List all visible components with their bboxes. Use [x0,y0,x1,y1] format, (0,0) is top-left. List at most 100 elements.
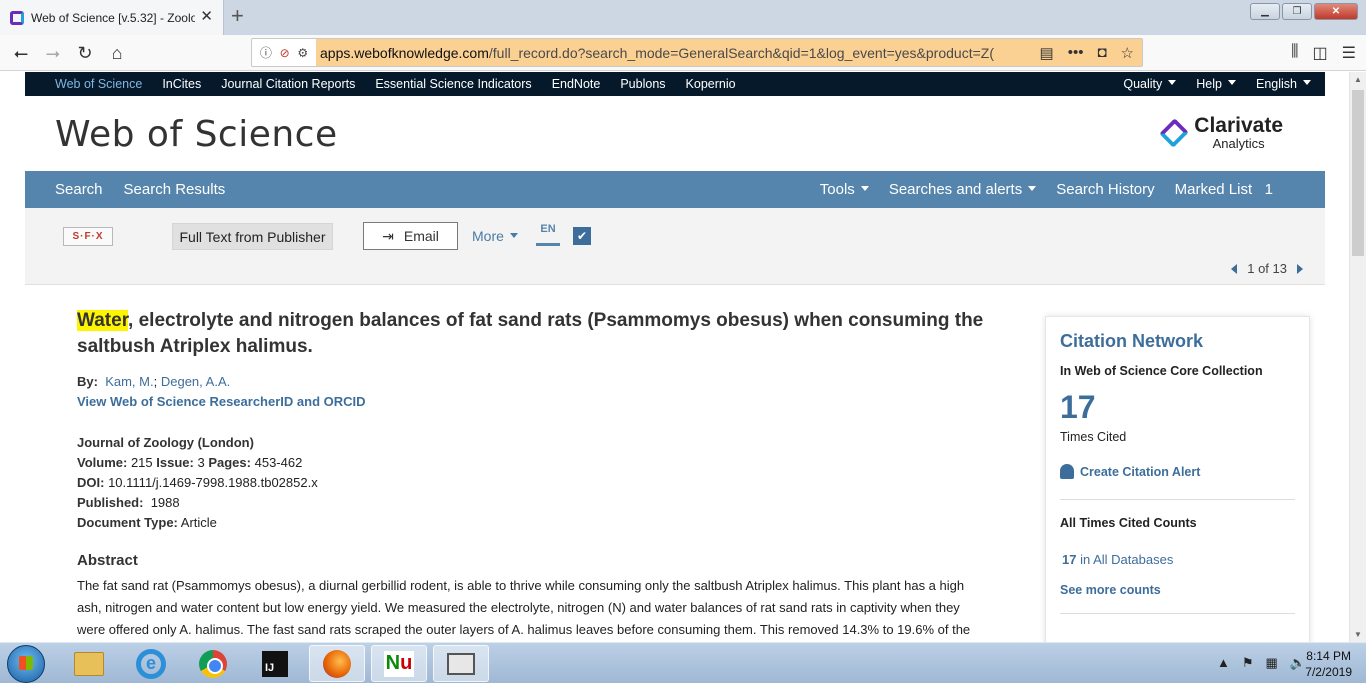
nu-icon: Nu [384,650,414,677]
sidebar-icon[interactable]: ◫ [1313,43,1328,63]
chrome-app[interactable] [185,645,241,682]
sfx-button[interactable]: S·F·X [63,227,113,246]
all-databases-link[interactable]: 17 in All Databases [1060,552,1295,567]
author-link[interactable]: Degen, A.A. [161,374,230,389]
browser-tab[interactable]: Web of Science [v.5.32] - Zoolo ✕ [0,0,224,35]
doi-value: 10.1111/j.1469-7998.1988.tb02852.x [108,475,318,490]
home-icon[interactable]: ⌂ [104,41,130,65]
reload-icon[interactable]: ↻ [72,41,98,65]
more-menu[interactable]: More [472,228,518,244]
language-menu[interactable]: English [1256,77,1311,91]
file-explorer-app[interactable] [61,645,117,682]
email-button[interactable]: ⇥ Email [363,222,458,250]
abstract-heading: Abstract [77,552,138,569]
marked-list-link[interactable]: Marked List 1 [1175,181,1273,198]
page-scrollbar[interactable]: ▲ ▼ [1349,72,1366,642]
nav-web-of-science[interactable]: Web of Science [55,77,142,91]
tools-menu[interactable]: Tools [820,181,869,198]
times-cited-count[interactable]: 17 [1060,390,1295,424]
help-menu[interactable]: Help [1196,77,1236,91]
reader-view-icon[interactable]: ▤ [1040,44,1054,62]
search-history-link[interactable]: Search History [1056,181,1154,198]
sfx-logo: S·F·X [72,231,104,242]
nav-kopernio[interactable]: Kopernio [686,77,736,91]
searches-alerts-menu[interactable]: Searches and alerts [889,181,1037,198]
checkbox-icon[interactable]: ✔ [573,227,591,245]
source-metadata: Journal of Zoology (London) Volume: 215 … [77,433,997,533]
all-times-cited-label: All Times Cited Counts [1060,516,1197,530]
chrome-icon [199,649,227,678]
firefox-icon [323,649,351,678]
show-hidden-icons-icon[interactable]: ▲ [1217,655,1230,671]
email-label: Email [403,228,439,244]
scroll-up-icon[interactable]: ▲ [1354,75,1362,84]
permissions-icon[interactable]: ⚙ [297,46,308,60]
blocked-content-icon[interactable]: ⊘ [280,46,290,60]
record-title: Water, electrolyte and nitrogen balances… [77,310,984,357]
internet-explorer-icon: e [136,648,166,679]
nav-endnote[interactable]: EndNote [552,77,601,91]
pocket-icon[interactable]: ◘ [1097,44,1106,61]
quality-menu[interactable]: Quality [1123,77,1177,91]
citation-network-title: Citation Network [1060,331,1204,351]
brand-header: Web of Science Clarivate Analytics [25,96,1325,171]
new-tab-button[interactable]: + [231,4,244,28]
export-icon: ⇥ [382,227,394,244]
close-window-button[interactable]: ✕ [1314,3,1358,20]
browser-tab-strip: Web of Science [v.5.32] - Zoolo ✕ + ▁ ❐ … [0,0,1366,35]
restore-window-button[interactable]: ❐ [1282,3,1312,20]
site-info-icon[interactable]: ⓘ [260,44,272,61]
nav-incites[interactable]: InCites [162,77,201,91]
scroll-down-icon[interactable]: ▼ [1354,630,1362,639]
internet-explorer-app[interactable]: e [123,645,179,682]
minimize-window-button[interactable]: ▁ [1250,3,1280,20]
back-arrow-icon[interactable]: ⭠ [8,41,34,65]
clarivate-mark-icon [1159,117,1190,148]
clarivate-sub: Analytics [1212,136,1265,151]
bell-icon [1060,464,1074,479]
nu-app[interactable]: Nu [371,645,427,682]
endnote-en-icon[interactable]: EN [536,222,560,246]
system-clock[interactable]: 8:14 PM 7/2/2019 [1305,648,1352,680]
volume-icon[interactable]: 🔈 [1290,655,1306,671]
start-button[interactable] [7,645,45,683]
create-citation-alert-link[interactable]: Create Citation Alert [1060,464,1295,479]
clock-date: 7/2/2019 [1305,665,1352,679]
abstract-text: The fat sand rat (Psammomys obesus), a d… [77,578,971,637]
firefox-app[interactable] [309,645,365,682]
close-tab-icon[interactable]: ✕ [200,9,213,24]
url-text[interactable]: apps.webofknowledge.com/full_record.do?s… [316,39,1030,66]
page-actions-icon[interactable]: ••• [1068,44,1084,61]
full-text-button[interactable]: Full Text from Publisher [172,223,333,250]
clarivate-logo[interactable]: Clarivate Analytics [1159,115,1283,151]
intellij-app[interactable]: IJ [247,645,303,682]
nav-publons[interactable]: Publons [620,77,665,91]
menu-icon[interactable]: ☰ [1342,43,1356,63]
citation-network-panel: Citation Network In Web of Science Core … [1045,316,1310,642]
forward-arrow-icon[interactable]: ⭢ [40,41,66,65]
bookmark-star-icon[interactable]: ☆ [1121,44,1134,62]
page-title[interactable]: Web of Science [55,114,338,155]
windows-taskbar: e IJ Nu ▲ ⚑ ▦ 🔈 8:14 PM 7/2/2019 [0,642,1366,683]
marked-list-count: 1 [1264,181,1273,198]
network-icon[interactable]: ▦ [1266,655,1278,671]
author-link[interactable]: Kam, M. [105,374,153,389]
document-icon [447,652,475,675]
search-link[interactable]: Search [55,181,103,198]
address-bar[interactable]: ⓘ ⊘ ⚙ apps.webofknowledge.com/full_recor… [251,38,1143,67]
scroll-thumb[interactable] [1352,90,1364,256]
search-results-link[interactable]: Search Results [124,181,226,198]
action-center-flag-icon[interactable]: ⚑ [1242,655,1254,671]
researcherid-link[interactable]: View Web of Science ResearcherID and ORC… [77,394,997,409]
previous-record-icon[interactable] [1231,263,1238,274]
nav-essential-science-indicators[interactable]: Essential Science Indicators [375,77,531,91]
next-record-icon[interactable] [1297,263,1303,274]
title-highlight: Water [77,310,129,331]
see-more-counts-link[interactable]: See more counts [1060,583,1295,597]
library-icon[interactable]: ⫼ [1291,43,1298,63]
document-viewer-app[interactable] [433,645,489,682]
pager-text: 1 of 13 [1247,261,1287,276]
intellij-icon: IJ [262,650,288,677]
nav-journal-citation-reports[interactable]: Journal Citation Reports [221,77,355,91]
system-tray: ▲ ⚑ ▦ 🔈 [1217,655,1306,671]
